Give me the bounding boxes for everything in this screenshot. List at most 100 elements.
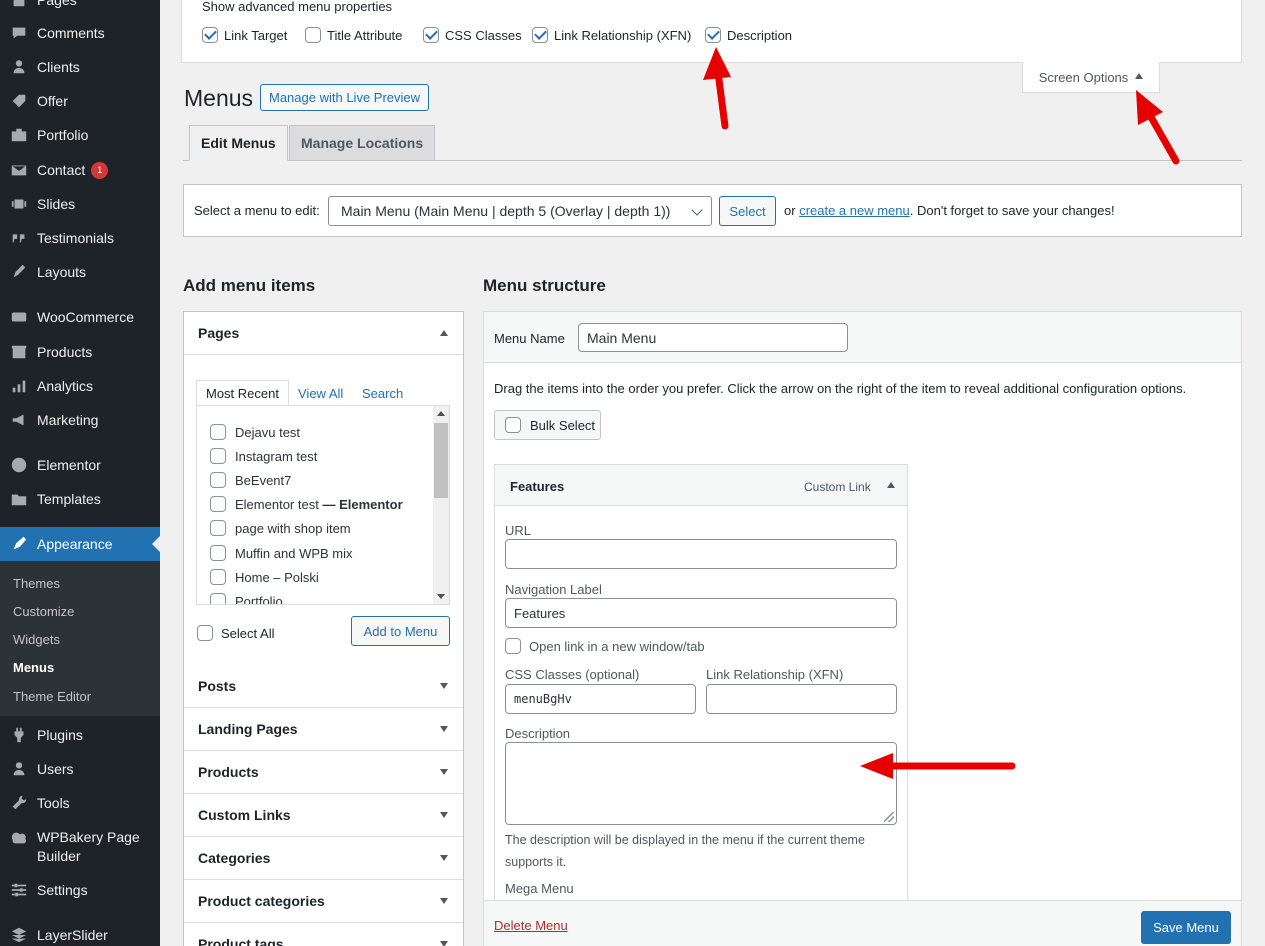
scroll-up-icon[interactable] xyxy=(437,411,445,416)
description-textarea[interactable] xyxy=(505,742,897,825)
scroll-thumb[interactable] xyxy=(434,423,448,498)
list-item[interactable]: Dejavu test xyxy=(210,424,300,440)
accordion-categories[interactable]: Categories xyxy=(184,837,463,880)
page-checkbox[interactable] xyxy=(210,520,226,536)
resize-grip-icon[interactable] xyxy=(884,812,894,822)
sidebar-item-templates[interactable]: Templates xyxy=(0,482,160,516)
marketing-icon xyxy=(9,410,29,430)
tab-search[interactable]: Search xyxy=(362,380,403,406)
sidebar-item-pages[interactable]: Pages xyxy=(0,0,160,17)
sidebar-item-wpbakery[interactable]: WPBakery Page Builder xyxy=(0,822,160,866)
page-checkbox[interactable] xyxy=(210,569,226,585)
sidebar-item-settings[interactable]: Settings xyxy=(0,873,160,907)
list-scrollbar[interactable] xyxy=(433,406,449,604)
submenu-item-widgets[interactable]: Widgets xyxy=(13,632,60,647)
tab-view-all[interactable]: View All xyxy=(298,380,343,406)
css-classes-field[interactable]: menuBgHv xyxy=(505,684,696,714)
sidebar-item-testimonials[interactable]: Testimonials xyxy=(0,221,160,255)
accordion-product-categories[interactable]: Product categories xyxy=(184,880,463,923)
accordion-product-tags[interactable]: Product tags xyxy=(184,923,463,946)
sidebar-item-contact[interactable]: Contact 1 xyxy=(0,153,160,187)
tab-most-recent[interactable]: Most Recent xyxy=(196,380,289,406)
page-checkbox[interactable] xyxy=(210,593,226,604)
select-all-box[interactable] xyxy=(197,625,213,641)
list-item[interactable]: page with shop item xyxy=(210,520,351,536)
xfn-field[interactable] xyxy=(706,684,897,714)
option-description[interactable]: Description xyxy=(705,27,792,43)
css-classes-checkbox[interactable] xyxy=(423,27,439,43)
sidebar-item-analytics[interactable]: Analytics xyxy=(0,369,160,403)
option-title-attribute[interactable]: Title Attribute xyxy=(305,27,402,43)
manage-live-preview-button[interactable]: Manage with Live Preview xyxy=(260,84,430,111)
select-all-checkbox[interactable]: Select All xyxy=(197,625,274,641)
list-item[interactable]: Elementor test — Elementor xyxy=(210,496,403,512)
sidebar-item-slides[interactable]: Slides xyxy=(0,187,160,221)
submenu-item-theme-editor[interactable]: Theme Editor xyxy=(13,689,91,704)
option-link-target[interactable]: Link Target xyxy=(202,27,287,43)
sidebar-item-clients[interactable]: Clients xyxy=(0,50,160,84)
submenu-item-customize[interactable]: Customize xyxy=(13,604,74,619)
scroll-down-icon[interactable] xyxy=(437,594,445,599)
navigation-label-field[interactable]: Features xyxy=(505,598,897,628)
accordion-label: Landing Pages xyxy=(198,721,298,737)
accordion-posts[interactable]: Posts xyxy=(184,665,463,708)
bulk-select-checkbox[interactable] xyxy=(505,417,521,433)
list-item[interactable]: BeEvent7 xyxy=(210,472,291,488)
page-checkbox[interactable] xyxy=(210,496,226,512)
list-item[interactable]: Muffin and WPB mix xyxy=(210,545,353,561)
screen-options-toggle[interactable]: Screen Options xyxy=(1022,62,1160,93)
sidebar-item-label: Pages xyxy=(37,0,77,8)
description-checkbox[interactable] xyxy=(705,27,721,43)
delete-menu-link[interactable]: Delete Menu xyxy=(494,918,568,933)
sidebar-item-comments[interactable]: Comments xyxy=(0,16,160,50)
accordion-landing-pages[interactable]: Landing Pages xyxy=(184,708,463,751)
page-checkbox[interactable] xyxy=(210,545,226,561)
add-to-menu-button[interactable]: Add to Menu xyxy=(351,616,450,646)
sidebar-item-layouts[interactable]: Layouts xyxy=(0,255,160,289)
open-new-tab-box[interactable] xyxy=(505,638,521,654)
collapse-arrow-icon[interactable] xyxy=(887,482,895,488)
tab-manage-locations[interactable]: Manage Locations xyxy=(289,125,436,161)
page-checkbox[interactable] xyxy=(210,448,226,464)
accordion-products[interactable]: Products xyxy=(184,751,463,794)
create-new-menu-link[interactable]: create a new menu xyxy=(799,203,910,218)
sidebar-item-label: Layouts xyxy=(37,264,87,280)
sidebar-item-appearance[interactable]: Appearance xyxy=(0,527,160,561)
list-item[interactable]: Instagram test xyxy=(210,448,317,464)
link-target-checkbox[interactable] xyxy=(202,27,218,43)
page-checkbox[interactable] xyxy=(210,424,226,440)
menu-item-header[interactable]: Features Custom Link xyxy=(495,465,907,506)
title-attribute-checkbox[interactable] xyxy=(305,27,321,43)
sidebar-item-marketing[interactable]: Marketing xyxy=(0,403,160,437)
sidebar-item-portfolio[interactable]: Portfolio xyxy=(0,118,160,152)
open-new-tab-checkbox[interactable]: Open link in a new window/tab xyxy=(505,638,705,654)
menu-name-input[interactable]: Main Menu xyxy=(578,323,848,352)
list-item[interactable]: Home – Polski xyxy=(210,569,319,585)
sidebar-item-users[interactable]: Users xyxy=(0,752,160,786)
submenu-item-themes[interactable]: Themes xyxy=(13,576,60,591)
select-menu-button[interactable]: Select xyxy=(719,196,776,226)
sidebar-item-woocommerce[interactable]: WooCommerce xyxy=(0,300,160,334)
tab-edit-menus[interactable]: Edit Menus xyxy=(189,125,288,161)
sidebar-item-elementor[interactable]: Elementor xyxy=(0,448,160,482)
link-relationship-checkbox[interactable] xyxy=(532,27,548,43)
sidebar-item-tools[interactable]: Tools xyxy=(0,786,160,820)
sidebar-item-products[interactable]: Products xyxy=(0,335,160,369)
menu-select-dropdown[interactable]: Main Menu (Main Menu | depth 5 (Overlay … xyxy=(328,196,712,226)
accordion-pages[interactable]: Pages xyxy=(184,312,463,355)
submenu-item-menus[interactable]: Menus xyxy=(13,660,54,675)
list-item[interactable]: Portfolio xyxy=(210,593,283,604)
option-link-relationship[interactable]: Link Relationship (XFN) xyxy=(532,27,691,43)
menu-item-title: Features xyxy=(510,479,565,494)
page-checkbox[interactable] xyxy=(210,472,226,488)
bulk-select-button[interactable]: Bulk Select xyxy=(494,410,601,440)
accordion-custom-links[interactable]: Custom Links xyxy=(184,794,463,837)
url-field[interactable] xyxy=(505,539,897,569)
save-menu-button[interactable]: Save Menu xyxy=(1141,911,1231,944)
sidebar-item-plugins[interactable]: Plugins xyxy=(0,718,160,752)
accordion-label: Posts xyxy=(198,678,237,694)
sidebar-item-label: Products xyxy=(37,344,93,360)
sidebar-item-offer[interactable]: Offer xyxy=(0,84,160,118)
sidebar-item-layerslider[interactable]: LayerSlider xyxy=(0,918,160,946)
option-css-classes[interactable]: CSS Classes xyxy=(423,27,522,43)
